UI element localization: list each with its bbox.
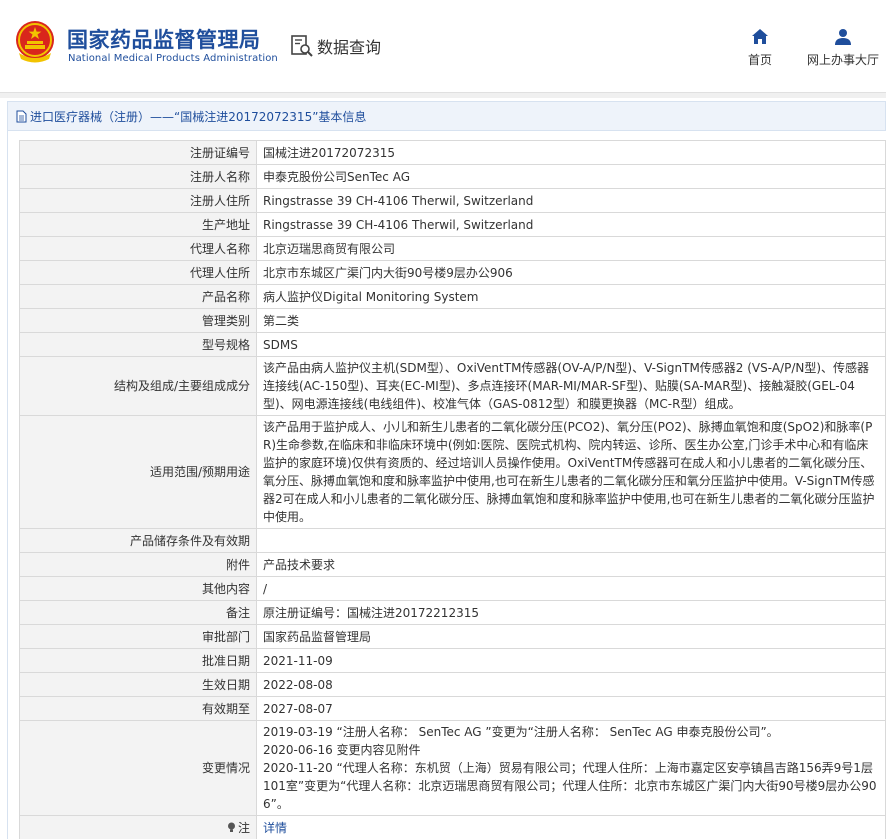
field-label: 代理人住所 [19, 260, 257, 285]
field-value: 2021-11-09 [256, 648, 886, 673]
table-row: 审批部门 国家药品监督管理局 [19, 624, 886, 649]
field-value: 该产品用于监护成人、小儿和新生儿患者的二氧化碳分压(PCO2)、氧分压(PO2)… [256, 415, 886, 529]
table-row: 适用范围/预期用途 该产品用于监护成人、小儿和新生儿患者的二氧化碳分压(PCO2… [19, 415, 886, 529]
site-header: 国家药品监督管理局 National Medical Products Admi… [0, 0, 886, 92]
field-label: 有效期至 [19, 696, 257, 721]
field-label: 备注 [19, 600, 257, 625]
national-emblem-icon [16, 21, 54, 63]
field-value: 2022-08-08 [256, 672, 886, 697]
field-value: 2027-08-07 [256, 696, 886, 721]
change-entry: 2020-11-20 “代理人名称：东机贸（上海）贸易有限公司；代理人住所：上海… [263, 761, 877, 811]
site-subtitle: National Medical Products Administration [68, 53, 278, 64]
table-row: 备注 原注册证编号：国械注进20172212315 [19, 600, 886, 625]
change-entry: 2020-06-16 变更内容见附件 [263, 743, 421, 757]
table-row: 注册人住所 Ringstrasse 39 CH-4106 Therwil, Sw… [19, 188, 886, 213]
field-label: 生产地址 [19, 212, 257, 237]
field-value: 申泰克股份公司SenTec AG [256, 164, 886, 189]
field-value: 国家药品监督管理局 [256, 624, 886, 649]
details-link[interactable]: 详情 [263, 821, 287, 835]
table-row: 注册证编号 国械注进20172072315 [19, 140, 886, 165]
table-row: 有效期至 2027-08-07 [19, 696, 886, 721]
field-label: 注册人住所 [19, 188, 257, 213]
table-row: 批准日期 2021-11-09 [19, 648, 886, 673]
field-label: 型号规格 [19, 332, 257, 357]
table-row: 产品名称 病人监护仪Digital Monitoring System [19, 284, 886, 309]
table-row: 生产地址 Ringstrasse 39 CH-4106 Therwil, Swi… [19, 212, 886, 237]
change-history: 2019-03-19 “注册人名称： SenTec AG ”变更为“注册人名称：… [256, 720, 886, 816]
field-value: 国械注进20172072315 [256, 140, 886, 165]
field-label: 附件 [19, 552, 257, 577]
table-row: 注册人名称 申泰克股份公司SenTec AG [19, 164, 886, 189]
field-value: 该产品由病人监护仪主机(SDM型）、OxiVentTM传感器(OV-A/P/N型… [256, 356, 886, 416]
table-row: 产品储存条件及有效期 [19, 528, 886, 553]
table-row: 结构及组成/主要组成成分 该产品由病人监护仪主机(SDM型）、OxiVentTM… [19, 356, 886, 416]
device-info-table: 注册证编号 国械注进20172072315 注册人名称 申泰克股份公司SenTe… [19, 140, 886, 839]
field-label: 结构及组成/主要组成成分 [19, 356, 257, 416]
field-label: 生效日期 [19, 672, 257, 697]
data-query-link[interactable]: 数据查询 [290, 33, 381, 59]
field-label: 产品名称 [19, 284, 257, 309]
field-value: Ringstrasse 39 CH-4106 Therwil, Switzerl… [256, 212, 886, 237]
field-label: 适用范围/预期用途 [19, 415, 257, 529]
field-value [256, 528, 886, 553]
table-row: 管理类别 第二类 [19, 308, 886, 333]
field-label: 产品储存条件及有效期 [19, 528, 257, 553]
breadcrumb-text: 进口医疗器械（注册）——“国械注进20172072315”基本信息 [30, 109, 367, 124]
table-row: 其他内容 / [19, 576, 886, 601]
field-value: 原注册证编号：国械注进20172212315 [256, 600, 886, 625]
field-label: 代理人名称 [19, 236, 257, 261]
field-label: 管理类别 [19, 308, 257, 333]
table-row: 附件 产品技术要求 [19, 552, 886, 577]
field-value: 病人监护仪Digital Monitoring System [256, 284, 886, 309]
home-icon [752, 29, 768, 44]
field-label: 变更情况 [19, 720, 257, 816]
field-label: 其他内容 [19, 576, 257, 601]
nav-online-hall[interactable]: 网上办事大厅 [800, 28, 886, 68]
lightbulb-icon [227, 822, 235, 832]
field-value: SDMS [256, 332, 886, 357]
field-value: 产品技术要求 [256, 552, 886, 577]
field-value: 北京迈瑞思商贸有限公司 [256, 236, 886, 261]
table-row: 注 详情 [19, 815, 886, 839]
note-label: 注 [237, 820, 250, 835]
note-label-cell: 注 [19, 815, 257, 839]
document-search-icon [291, 35, 313, 57]
field-value: 北京市东城区广渠门内大街90号楼9层办公906 [256, 260, 886, 285]
field-label: 审批部门 [19, 624, 257, 649]
site-title: 国家药品监督管理局 [67, 28, 261, 52]
table-row: 代理人名称 北京迈瑞思商贸有限公司 [19, 236, 886, 261]
nav-home[interactable]: 首页 [740, 28, 780, 68]
field-value: / [256, 576, 886, 601]
document-icon [16, 110, 27, 122]
nav-home-label: 首页 [747, 53, 772, 67]
field-label: 注册证编号 [19, 140, 257, 165]
data-query-label: 数据查询 [317, 38, 382, 57]
table-row: 生效日期 2022-08-08 [19, 672, 886, 697]
field-value: 第二类 [256, 308, 886, 333]
breadcrumb: 进口医疗器械（注册）——“国械注进20172072315”基本信息 [7, 101, 886, 131]
nav-online-hall-label: 网上办事大厅 [806, 53, 879, 67]
change-entry: 2019-03-19 “注册人名称： SenTec AG ”变更为“注册人名称：… [263, 725, 779, 739]
table-row: 代理人住所 北京市东城区广渠门内大街90号楼9层办公906 [19, 260, 886, 285]
header-divider [0, 92, 886, 98]
field-value: Ringstrasse 39 CH-4106 Therwil, Switzerl… [256, 188, 886, 213]
note-value: 详情 [256, 815, 886, 839]
field-label: 批准日期 [19, 648, 257, 673]
field-label: 注册人名称 [19, 164, 257, 189]
table-row: 变更情况 2019-03-19 “注册人名称： SenTec AG ”变更为“注… [19, 720, 886, 816]
table-row: 型号规格 SDMS [19, 332, 886, 357]
user-icon [835, 29, 851, 45]
